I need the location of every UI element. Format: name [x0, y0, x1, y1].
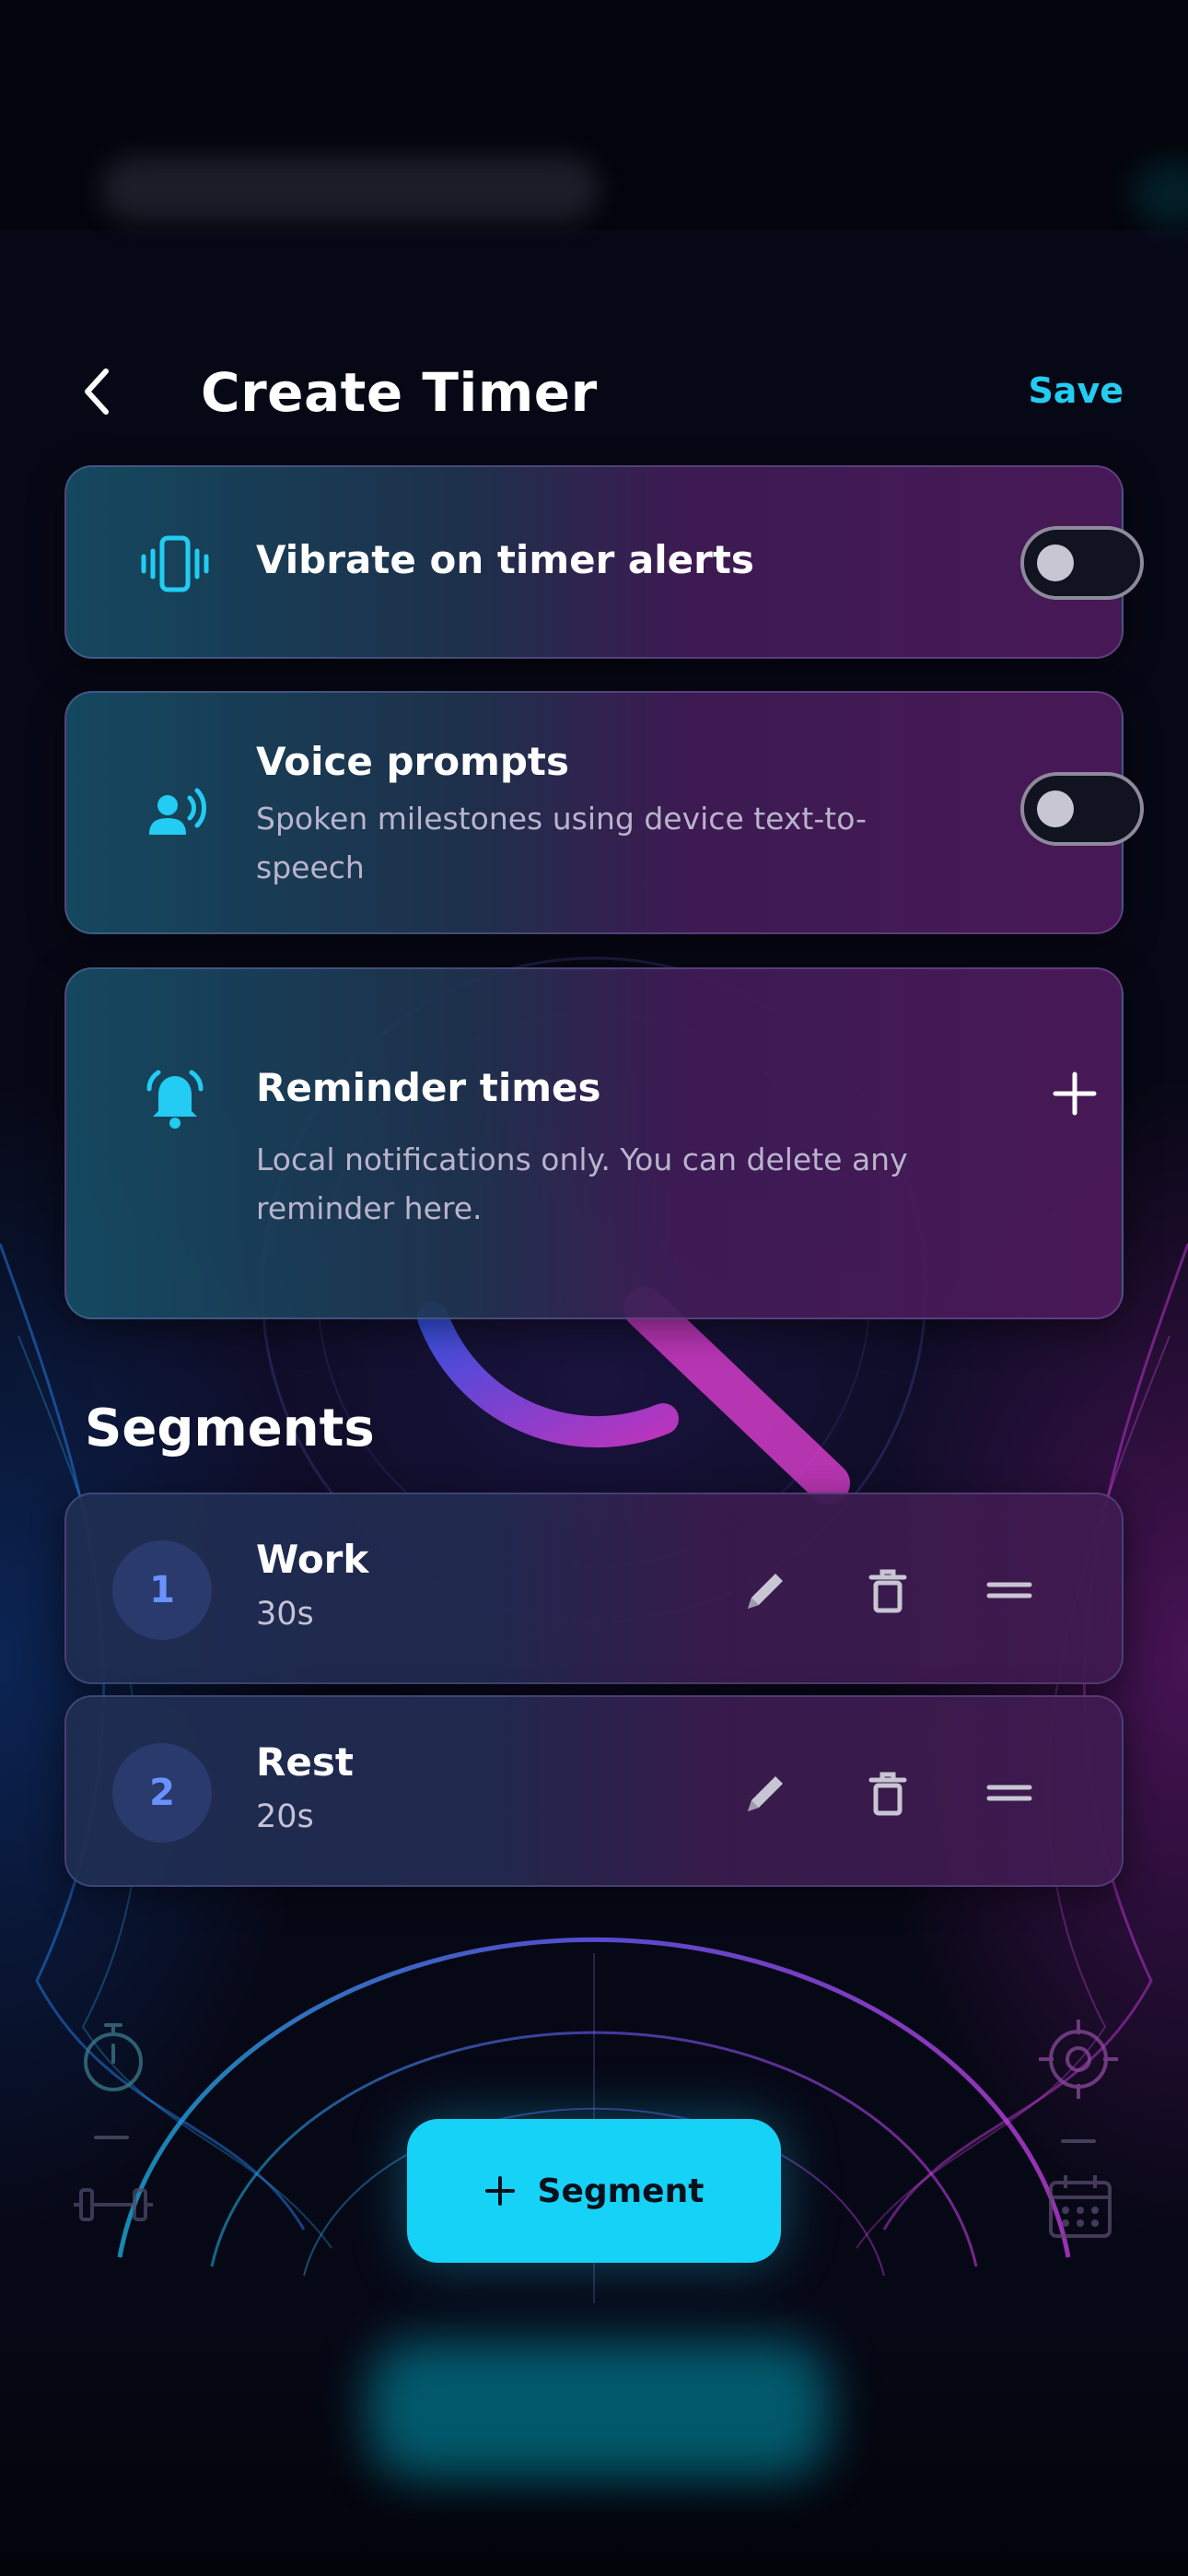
add-reminder-button[interactable] — [1042, 1061, 1107, 1126]
plus-icon — [484, 2176, 515, 2206]
back-button[interactable] — [64, 359, 129, 424]
pencil-icon — [748, 1776, 783, 1811]
voice-prompts-title: Voice prompts — [256, 739, 569, 784]
plus-icon — [1053, 1071, 1097, 1116]
dumbbell-icon — [72, 2163, 155, 2246]
header: Create Timer Save — [0, 350, 1188, 433]
home-indicator-glow — [368, 2340, 829, 2478]
trash-icon — [868, 1569, 907, 1613]
reminder-times-card: Reminder times Local notifications only.… — [64, 967, 1124, 1319]
toggle-knob — [1037, 544, 1074, 581]
edit-segment-button[interactable] — [733, 1557, 799, 1623]
vibrate-setting-card: Vibrate on timer alerts — [64, 465, 1144, 659]
segment-duration: 20s — [256, 1798, 314, 1835]
delete-segment-button[interactable] — [855, 1557, 921, 1623]
segment-name: Rest — [256, 1739, 354, 1785]
voice-speaker-icon — [138, 774, 212, 848]
phone-vibrate-icon — [138, 527, 212, 601]
voice-prompts-card: Voice prompts Spoken milestones using de… — [64, 691, 1144, 934]
target-crosshair-icon — [1037, 2018, 1120, 2101]
voice-prompts-toggle[interactable] — [1020, 772, 1144, 846]
add-segment-label: Segment — [537, 2172, 705, 2210]
vibrate-title: Vibrate on timer alerts — [256, 537, 754, 582]
segment-number-badge: 1 — [112, 1540, 212, 1640]
segment-item[interactable]: 1 Work 30s — [64, 1493, 1124, 1684]
pencil-icon — [748, 1574, 783, 1609]
toggle-knob — [1037, 790, 1074, 827]
page-title: Create Timer — [201, 361, 598, 424]
bell-ring-icon — [138, 1061, 212, 1135]
save-button[interactable]: Save — [1028, 370, 1124, 411]
drag-handle-icon — [986, 1582, 1032, 1598]
segment-name: Work — [256, 1537, 369, 1582]
add-segment-button[interactable]: Segment — [407, 2119, 781, 2263]
voice-prompts-subtitle: Spoken milestones using device text-to-s… — [256, 801, 867, 885]
calendar-icon — [1039, 2165, 1122, 2248]
edit-segment-button[interactable] — [733, 1760, 799, 1826]
delete-segment-button[interactable] — [855, 1760, 921, 1826]
trash-icon — [868, 1772, 907, 1816]
segment-duration: 30s — [256, 1596, 314, 1633]
vibrate-toggle[interactable] — [1020, 526, 1144, 600]
divider — [1061, 2139, 1096, 2143]
reminder-times-title: Reminder times — [256, 1065, 601, 1110]
segment-number-badge: 2 — [112, 1743, 212, 1843]
segments-heading: Segments — [85, 1399, 375, 1458]
divider — [94, 2136, 129, 2139]
drag-handle-icon — [986, 1785, 1032, 1801]
reminder-times-subtitle: Local notifications only. You can delete… — [256, 1142, 908, 1226]
reorder-segment-handle[interactable] — [976, 1760, 1042, 1826]
chevron-left-icon — [85, 369, 109, 415]
stopwatch-icon — [72, 2014, 155, 2097]
segment-item[interactable]: 2 Rest 20s — [64, 1695, 1124, 1887]
reorder-segment-handle[interactable] — [976, 1557, 1042, 1623]
